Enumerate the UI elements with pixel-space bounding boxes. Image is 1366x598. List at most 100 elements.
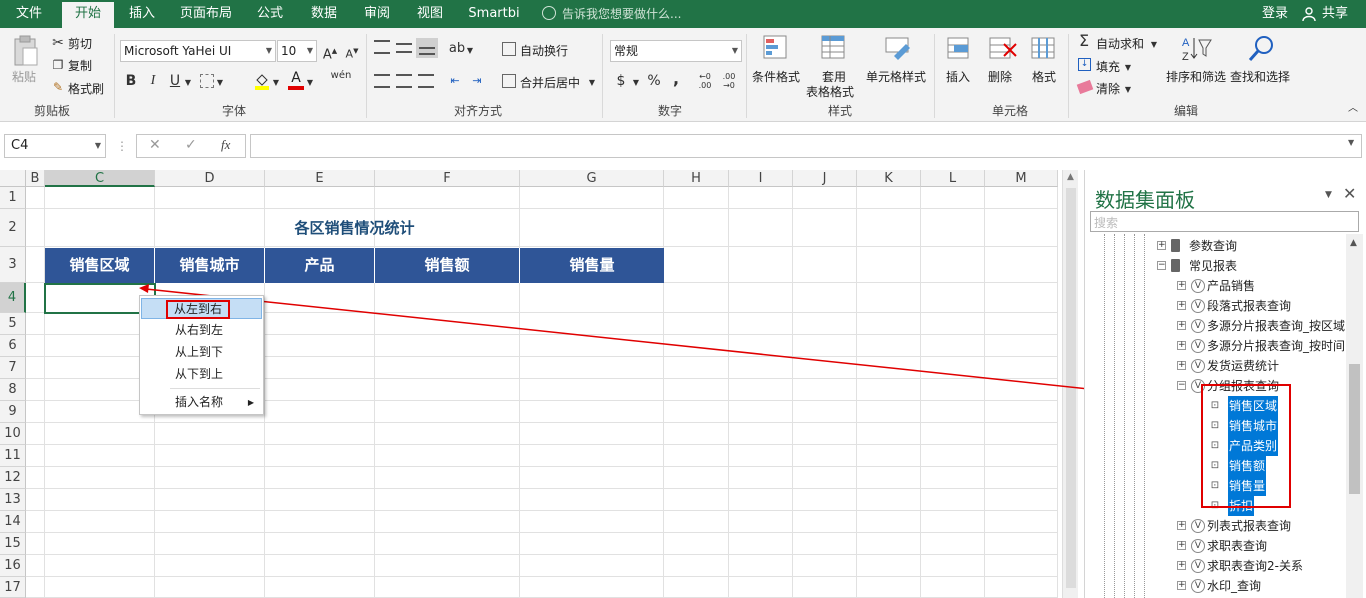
column-header-e[interactable]: E xyxy=(265,170,375,187)
scroll-thumb[interactable] xyxy=(1349,364,1360,494)
sort-filter-button[interactable]: 排序和筛选 xyxy=(1166,68,1226,85)
formula-input[interactable] xyxy=(250,134,1362,158)
paste-button[interactable]: 粘贴 xyxy=(12,68,36,85)
select-all-corner[interactable] xyxy=(0,170,26,187)
scroll-up-icon[interactable]: ▲ xyxy=(1067,172,1074,182)
row-header-2[interactable]: 2 xyxy=(0,209,26,247)
collapse-icon[interactable]: − xyxy=(1177,381,1186,390)
underline-icon[interactable]: U xyxy=(168,72,182,90)
paste-icon[interactable] xyxy=(12,34,40,68)
tab-data[interactable]: 数据 xyxy=(304,0,344,28)
row-header-11[interactable]: 11 xyxy=(0,445,26,467)
collapse-ribbon-icon[interactable]: ︿ xyxy=(1346,100,1360,118)
conditional-format-button[interactable]: 条件格式 xyxy=(752,68,800,85)
wrap-text-button[interactable]: 自动换行 xyxy=(520,42,568,59)
header-cell-sales-volume[interactable]: 销售量 xyxy=(520,248,664,283)
chevron-down-icon[interactable]: ▼ xyxy=(184,74,192,92)
chevron-down-icon[interactable]: ▼ xyxy=(466,42,474,60)
orientation-icon[interactable]: ab xyxy=(448,40,466,58)
insert-cells-button[interactable]: 插入 xyxy=(946,68,970,85)
align-left-icon[interactable] xyxy=(374,74,390,88)
border-icon[interactable] xyxy=(200,74,214,88)
increase-indent-icon[interactable]: ⇥ xyxy=(468,72,486,90)
name-box[interactable]: C4 ▼ xyxy=(4,134,106,158)
tab-file[interactable]: 文件 xyxy=(8,0,50,28)
header-cell-sales-region[interactable]: 销售区域 xyxy=(45,248,155,283)
chevron-down-icon[interactable]: ▼ xyxy=(272,74,280,92)
cancel-icon[interactable]: ✕ xyxy=(149,137,161,153)
decrease-font-icon[interactable]: A▼ xyxy=(344,42,360,64)
panel-scrollbar[interactable]: ▲ xyxy=(1346,234,1363,598)
font-size-select[interactable]: 10 ▼ xyxy=(277,40,317,62)
share-button[interactable]: 共享 xyxy=(1322,0,1348,28)
row-header-17[interactable]: 17 xyxy=(0,577,26,598)
cut-button[interactable]: 剪切 xyxy=(68,35,92,52)
format-painter-button[interactable]: 格式刷 xyxy=(68,80,104,97)
row-header-3[interactable]: 3 xyxy=(0,247,26,283)
decrease-decimal-icon[interactable]: .00 →0 xyxy=(720,72,738,90)
column-header-l[interactable]: L xyxy=(921,170,985,187)
scroll-up-icon[interactable]: ▲ xyxy=(1350,238,1357,248)
fill-button[interactable]: 填充 xyxy=(1096,58,1120,75)
tab-smartbi[interactable]: Smartbi xyxy=(464,0,524,28)
format-as-table-label-2[interactable]: 表格格式 xyxy=(806,83,854,100)
row-header-4[interactable]: 4 xyxy=(0,283,26,313)
enter-icon[interactable]: ✓ xyxy=(185,137,197,153)
row-header-15[interactable]: 15 xyxy=(0,533,26,555)
menu-item-insert-name[interactable]: 插入名称 ▶ xyxy=(141,392,262,413)
fill-color-icon[interactable] xyxy=(254,72,270,90)
phonetic-icon[interactable]: wén xyxy=(330,70,352,81)
align-bottom-icon[interactable] xyxy=(416,38,438,58)
tell-me-box[interactable]: 告诉我您想要做什么... xyxy=(562,0,681,28)
column-header-j[interactable]: J xyxy=(793,170,857,187)
autosum-button[interactable]: 自动求和 xyxy=(1096,35,1144,52)
chevron-down-icon[interactable]: ▼ xyxy=(1124,59,1132,77)
find-select-icon[interactable] xyxy=(1246,34,1276,64)
font-name-select[interactable]: Microsoft YaHei UI ▼ xyxy=(120,40,276,62)
row-header-5[interactable]: 5 xyxy=(0,313,26,335)
currency-icon[interactable]: $ xyxy=(614,72,628,90)
sheet-scrollbar[interactable]: ▲ xyxy=(1062,170,1078,598)
find-select-button[interactable]: 查找和选择 xyxy=(1230,68,1290,85)
expand-icon[interactable]: + xyxy=(1177,541,1186,550)
column-header-k[interactable]: K xyxy=(857,170,921,187)
menu-item-right-to-left[interactable]: 从右到左 xyxy=(141,320,262,341)
tab-page-layout[interactable]: 页面布局 xyxy=(172,0,240,28)
column-header-f[interactable]: F xyxy=(375,170,520,187)
expand-icon[interactable]: + xyxy=(1157,241,1166,250)
column-header-i[interactable]: I xyxy=(729,170,793,187)
format-as-table-icon[interactable] xyxy=(820,34,848,62)
expand-icon[interactable]: + xyxy=(1177,521,1186,530)
chevron-down-icon[interactable]: ▼ xyxy=(632,74,640,92)
expand-icon[interactable]: + xyxy=(1177,581,1186,590)
sort-filter-icon[interactable]: AZ xyxy=(1180,34,1212,64)
tab-review[interactable]: 审阅 xyxy=(357,0,397,28)
tab-formulas[interactable]: 公式 xyxy=(250,0,290,28)
align-top-icon[interactable] xyxy=(374,40,390,54)
row-header-6[interactable]: 6 xyxy=(0,335,26,357)
row-header-16[interactable]: 16 xyxy=(0,555,26,577)
insert-function-icon[interactable]: fx xyxy=(221,137,230,153)
increase-font-icon[interactable]: A▲ xyxy=(322,42,338,64)
tab-view[interactable]: 视图 xyxy=(410,0,450,28)
login-link[interactable]: 登录 xyxy=(1262,0,1288,28)
row-header-8[interactable]: 8 xyxy=(0,379,26,401)
expand-formula-icon[interactable]: ▼ xyxy=(1348,138,1358,147)
column-header-g[interactable]: G xyxy=(520,170,664,187)
row-header-1[interactable]: 1 xyxy=(0,187,26,209)
chevron-down-icon[interactable]: ▼ xyxy=(588,74,596,92)
chevron-down-icon[interactable]: ▼ xyxy=(1150,36,1158,54)
comma-icon[interactable]: , xyxy=(670,70,682,88)
panel-menu-icon[interactable]: ▼ xyxy=(1325,190,1332,200)
font-color-icon[interactable]: A xyxy=(288,70,304,90)
close-icon[interactable]: ✕ xyxy=(1343,184,1356,203)
row-header-10[interactable]: 10 xyxy=(0,423,26,445)
insert-cells-icon[interactable] xyxy=(946,36,972,62)
menu-item-left-to-right[interactable]: 从左到右 xyxy=(141,298,262,319)
tab-insert[interactable]: 插入 xyxy=(122,0,162,28)
clear-button[interactable]: 清除 xyxy=(1096,80,1120,97)
cell-styles-icon[interactable] xyxy=(884,34,912,62)
cell-styles-button[interactable]: 单元格样式 xyxy=(866,68,926,85)
menu-item-bottom-to-top[interactable]: 从下到上 xyxy=(141,364,262,385)
expand-icon[interactable]: + xyxy=(1177,341,1186,350)
